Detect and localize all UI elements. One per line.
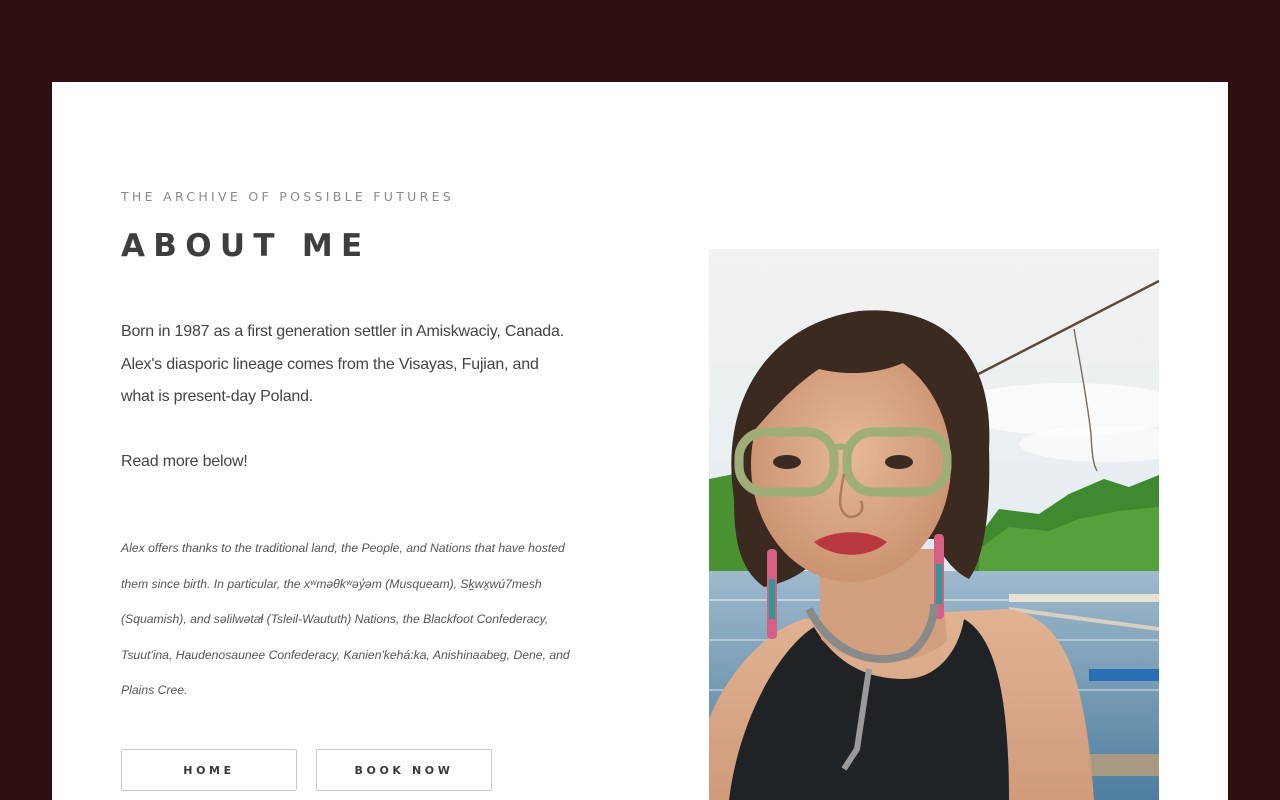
bio-paragraph: Born in 1987 as a first generation settl… [121,323,564,405]
page-title: ABOUT ME [121,228,371,264]
book-now-button[interactable]: BOOK NOW [316,749,492,791]
site-eyebrow: THE ARCHIVE OF POSSIBLE FUTURES [121,189,455,204]
about-card: THE ARCHIVE OF POSSIBLE FUTURES ABOUT ME… [52,82,1228,800]
land-acknowledgement: Alex offers thanks to the traditional la… [121,541,570,697]
portrait-photo [709,249,1159,800]
home-button[interactable]: HOME [121,749,297,791]
read-more-text: Read more below! [121,453,248,470]
